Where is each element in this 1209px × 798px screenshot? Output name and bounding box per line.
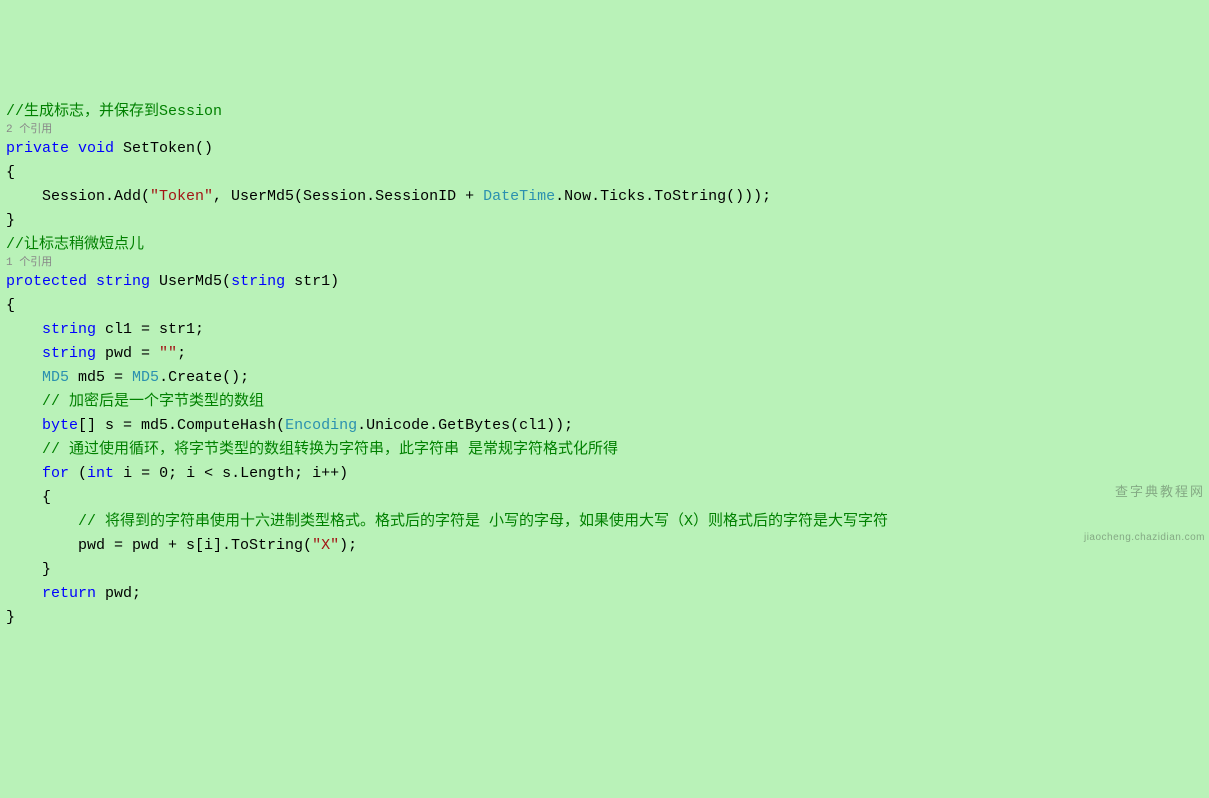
indent bbox=[6, 585, 42, 602]
comment-line: // 加密后是一个字节类型的数组 bbox=[6, 393, 264, 410]
watermark: 查字典教程网 jiaocheng.chazidian.com bbox=[1084, 451, 1205, 561]
code-text: i = 0; i < s.Length; i++) bbox=[114, 465, 348, 482]
code-text: cl1 = str1; bbox=[96, 321, 204, 338]
brace: { bbox=[6, 294, 1203, 318]
code-text: ( bbox=[69, 465, 87, 482]
code-text: pwd; bbox=[96, 585, 141, 602]
watermark-main: 查字典教程网 bbox=[1084, 484, 1205, 500]
code-text: .Now.Ticks.ToString())); bbox=[555, 188, 771, 205]
indent bbox=[6, 417, 42, 434]
string-literal: "Token" bbox=[150, 188, 213, 205]
comment-line: //让标志稍微短点儿 bbox=[6, 236, 144, 253]
reference-count: 1 个引用 bbox=[6, 257, 1203, 270]
string-literal: "X" bbox=[312, 537, 339, 554]
brace: } bbox=[6, 558, 1203, 582]
code-text: ); bbox=[339, 537, 357, 554]
comment-line: // 将得到的字符串使用十六进制类型格式。格式后的字符是 小写的字母，如果使用大… bbox=[6, 513, 888, 530]
code-block: //生成标志，并保存到Session 2 个引用 private void SetT… bbox=[6, 100, 1203, 630]
reference-count: 2 个引用 bbox=[6, 124, 1203, 137]
type-name: Encoding bbox=[285, 417, 357, 434]
code-text: ; bbox=[177, 345, 186, 362]
comment-line: //生成标志，并保存到Session bbox=[6, 103, 222, 120]
code-text: md5 = bbox=[69, 369, 132, 386]
code-text bbox=[87, 273, 96, 290]
code-text: Session.Add( bbox=[6, 188, 150, 205]
indent bbox=[6, 321, 42, 338]
brace: } bbox=[6, 209, 1203, 233]
watermark-sub: jiaocheng.chazidian.com bbox=[1084, 532, 1205, 545]
comment-line: // 通过使用循环，将字节类型的数组转换为字符串，此字符串 是常规字符格式化所得 bbox=[6, 441, 618, 458]
keyword: string bbox=[96, 273, 150, 290]
code-text: .Create(); bbox=[159, 369, 249, 386]
indent bbox=[6, 345, 42, 362]
code-text: [] s = md5.ComputeHash( bbox=[78, 417, 285, 434]
keyword: for bbox=[42, 465, 69, 482]
brace: { bbox=[6, 161, 1203, 185]
keyword: protected bbox=[6, 273, 87, 290]
type-name: MD5 bbox=[42, 369, 69, 386]
keyword: return bbox=[42, 585, 96, 602]
brace: } bbox=[6, 606, 1203, 630]
code-text: , UserMd5(Session.SessionID + bbox=[213, 188, 483, 205]
keyword: string bbox=[42, 345, 96, 362]
parameter: str1) bbox=[285, 273, 339, 290]
brace: { bbox=[6, 486, 1203, 510]
keyword: byte bbox=[42, 417, 78, 434]
type-name: MD5 bbox=[132, 369, 159, 386]
indent bbox=[6, 465, 42, 482]
indent bbox=[6, 369, 42, 386]
keyword: string bbox=[231, 273, 285, 290]
keyword: int bbox=[87, 465, 114, 482]
code-text: .Unicode.GetBytes(cl1)); bbox=[357, 417, 573, 434]
keyword: private bbox=[6, 140, 69, 157]
code-text bbox=[69, 140, 78, 157]
keyword: string bbox=[42, 321, 96, 338]
keyword: void bbox=[78, 140, 114, 157]
method-name: UserMd5( bbox=[150, 273, 231, 290]
code-text: pwd = bbox=[96, 345, 159, 362]
code-text: pwd = pwd + s[i].ToString( bbox=[6, 537, 312, 554]
type-name: DateTime bbox=[483, 188, 555, 205]
string-literal: "" bbox=[159, 345, 177, 362]
method-name: SetToken() bbox=[114, 140, 213, 157]
